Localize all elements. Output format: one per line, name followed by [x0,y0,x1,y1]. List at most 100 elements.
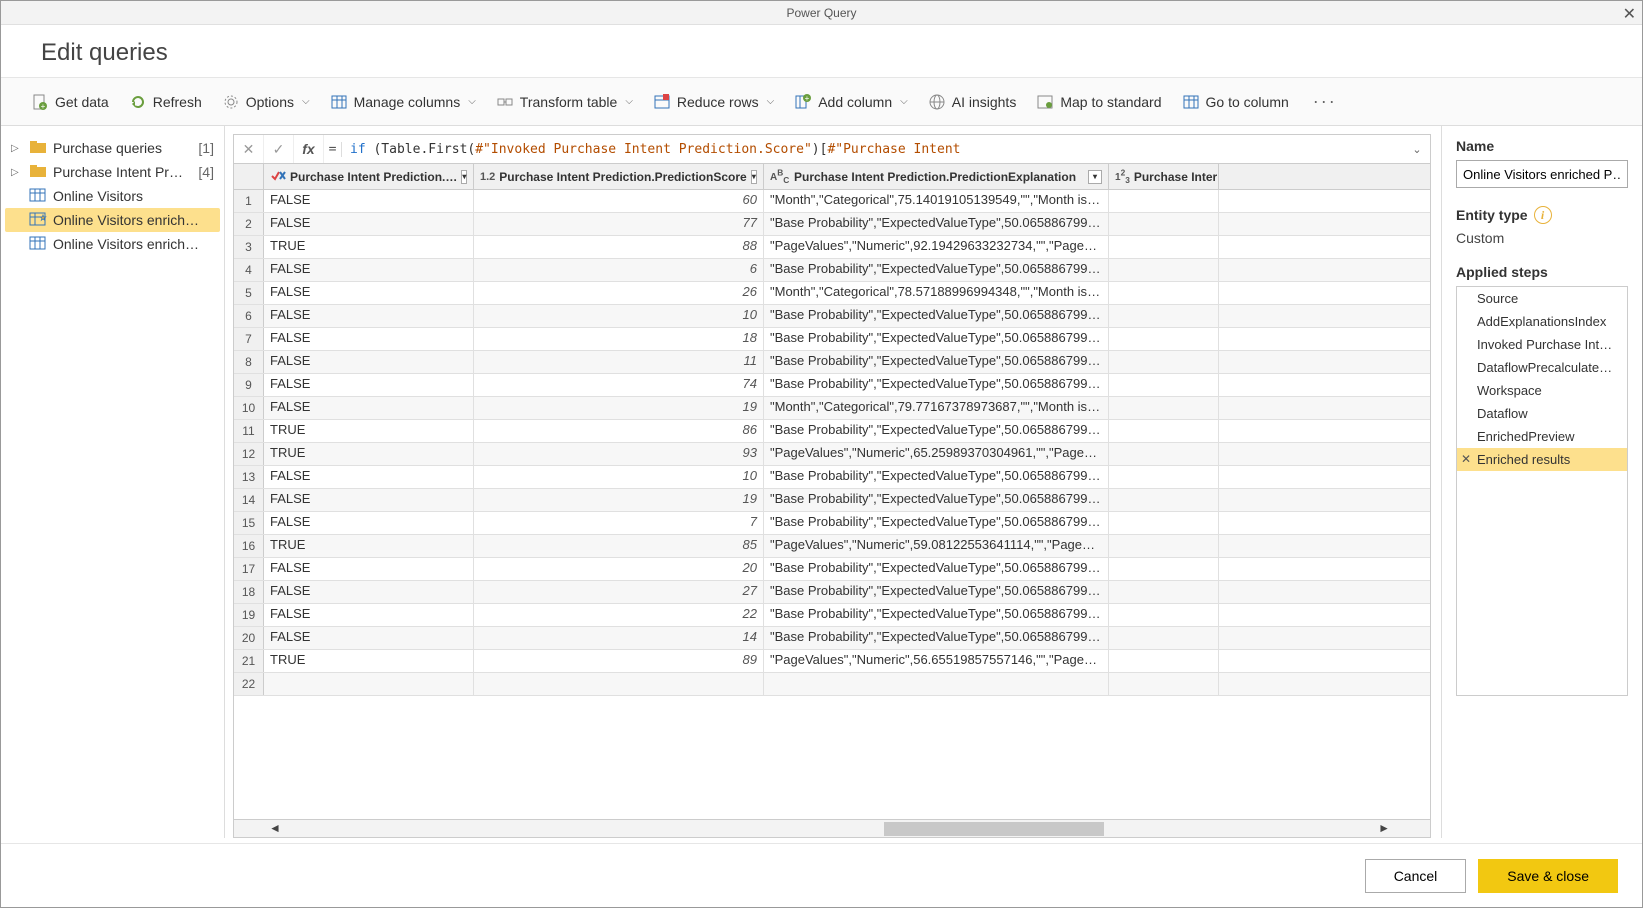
cell-score[interactable]: 74 [474,374,764,396]
expand-icon[interactable]: ▷ [11,143,23,154]
ribbon-options[interactable]: Options⌵ [214,89,318,115]
cell-prediction[interactable]: FALSE [264,466,474,488]
row-number[interactable]: 2 [234,213,264,235]
ribbon-go-column[interactable]: Go to column [1174,89,1297,115]
cell-prediction[interactable]: FALSE [264,627,474,649]
table-row[interactable]: 5FALSE26"Month","Categorical",78.5718899… [234,282,1430,305]
cell-score[interactable]: 19 [474,397,764,419]
cell-explanation[interactable]: "PageValues","Numeric",65.2598937030496​… [764,443,1109,465]
ribbon-add-column[interactable]: +Add column⌵ [786,89,916,115]
cell-prediction[interactable]: FALSE [264,328,474,350]
applied-step[interactable]: ✕EnrichedPreview [1457,425,1627,448]
row-number[interactable]: 3 [234,236,264,258]
formula-cancel-icon[interactable]: ✕ [234,135,264,163]
applied-step[interactable]: ✕Workspace [1457,379,1627,402]
table-row[interactable]: 9FALSE74"Base Probability","ExpectedValu… [234,374,1430,397]
scroll-right-icon[interactable]: ► [1378,821,1390,835]
cell-partial[interactable] [1109,397,1219,419]
ribbon-map-standard[interactable]: Map to standard [1028,89,1169,115]
cell-score[interactable]: 20 [474,558,764,580]
scrollbar-thumb[interactable] [884,822,1104,836]
cell-prediction[interactable]: FALSE [264,282,474,304]
row-number[interactable]: 6 [234,305,264,327]
cell-prediction[interactable]: FALSE [264,213,474,235]
table-row[interactable]: 8FALSE11"Base Probability","ExpectedValu… [234,351,1430,374]
ribbon-manage-columns[interactable]: Manage columns⌵ [322,89,484,115]
table-row[interactable]: 12TRUE93"PageValues","Numeric",65.259893… [234,443,1430,466]
applied-step[interactable]: ✕Dataflow [1457,402,1627,425]
fx-icon[interactable]: fx [294,135,324,163]
cell-score[interactable]: 10 [474,466,764,488]
cell-partial[interactable] [1109,512,1219,534]
cell-prediction[interactable] [264,673,474,695]
cell-score[interactable]: 14 [474,627,764,649]
query-name-input[interactable] [1456,160,1628,188]
cell-explanation[interactable]: "Base Probability","ExpectedValueType",5… [764,627,1109,649]
cell-score[interactable]: 10 [474,305,764,327]
cell-score[interactable]: 19 [474,489,764,511]
cell-prediction[interactable]: FALSE [264,581,474,603]
cell-explanation[interactable]: "Base Probability","ExpectedValueType",5… [764,489,1109,511]
filter-icon[interactable]: ▾ [751,170,757,184]
table-row[interactable]: 14FALSE19"Base Probability","ExpectedVal… [234,489,1430,512]
cell-explanation[interactable]: "Month","Categorical",79.77167378973687,… [764,397,1109,419]
cell-explanation[interactable]: "Month","Categorical",78.5718899699434​8… [764,282,1109,304]
cell-prediction[interactable]: FALSE [264,259,474,281]
query-item[interactable]: Online Visitors enrich… [5,232,220,256]
cell-explanation[interactable]: "Base Probability","ExpectedValueType",5… [764,351,1109,373]
scroll-left-icon[interactable]: ◄ [269,821,281,835]
cell-prediction[interactable]: FALSE [264,512,474,534]
filter-icon[interactable]: ▾ [1088,170,1102,184]
cell-prediction[interactable]: TRUE [264,420,474,442]
cancel-button[interactable]: Cancel [1365,859,1467,893]
cell-score[interactable]: 89 [474,650,764,672]
cell-explanation[interactable]: "Base Probability","ExpectedValueType",5… [764,420,1109,442]
cell-explanation[interactable]: "PageValues","Numeric",59.08122553641114… [764,535,1109,557]
cell-explanation[interactable]: "Base Probability","ExpectedValueType",5… [764,374,1109,396]
row-number[interactable]: 10 [234,397,264,419]
row-number[interactable]: 19 [234,604,264,626]
cell-explanation[interactable]: "Base Probability","ExpectedValueType",5… [764,558,1109,580]
formula-input[interactable]: if (Table.First(#"Invoked Purchase Inten… [342,142,1404,157]
cell-score[interactable]: 88 [474,236,764,258]
query-item[interactable]: Online Visitors [5,184,220,208]
column-header[interactable]: 123Purchase Inter [1109,164,1219,189]
row-number[interactable]: 4 [234,259,264,281]
cell-partial[interactable] [1109,466,1219,488]
cell-score[interactable]: 7 [474,512,764,534]
cell-prediction[interactable]: TRUE [264,236,474,258]
query-item[interactable]: Online Visitors enrich… [5,208,220,232]
cell-explanation[interactable]: "PageValues","Numeric",92.19429633232734… [764,236,1109,258]
applied-step[interactable]: ✕Invoked Purchase Intent … [1457,333,1627,356]
table-row[interactable]: 19FALSE22"Base Probability","ExpectedVal… [234,604,1430,627]
cell-partial[interactable] [1109,374,1219,396]
row-number[interactable]: 15 [234,512,264,534]
applied-step[interactable]: ✕AddExplanationsIndex [1457,310,1627,333]
cell-partial[interactable] [1109,305,1219,327]
cell-prediction[interactable]: FALSE [264,558,474,580]
table-row[interactable]: 22 [234,673,1430,696]
row-number[interactable]: 22 [234,673,264,695]
table-row[interactable]: 10FALSE19"Month","Categorical",79.771673… [234,397,1430,420]
cell-prediction[interactable]: FALSE [264,305,474,327]
cell-partial[interactable] [1109,282,1219,304]
cell-explanation[interactable]: "Base Probability","ExpectedValueType",5… [764,466,1109,488]
cell-partial[interactable] [1109,420,1219,442]
cell-prediction[interactable]: TRUE [264,443,474,465]
cell-score[interactable]: 86 [474,420,764,442]
query-item[interactable]: ▷Purchase queries[1] [5,136,220,160]
formula-confirm-icon[interactable]: ✓ [264,135,294,163]
cell-partial[interactable] [1109,443,1219,465]
table-row[interactable]: 7FALSE18"Base Probability","ExpectedValu… [234,328,1430,351]
row-number[interactable]: 1 [234,190,264,212]
query-item[interactable]: ▷Purchase Intent Pr…[4] [5,160,220,184]
column-header[interactable]: 1.2Purchase Intent Prediction.Prediction… [474,164,764,189]
cell-explanation[interactable]: "Base Probability","ExpectedValueType",5… [764,512,1109,534]
table-row[interactable]: 16TRUE85"PageValues","Numeric",59.081225… [234,535,1430,558]
ribbon-reduce-rows[interactable]: Reduce rows⌵ [645,89,782,115]
cell-score[interactable] [474,673,764,695]
cell-partial[interactable] [1109,673,1219,695]
row-number[interactable]: 20 [234,627,264,649]
cell-partial[interactable] [1109,351,1219,373]
row-number[interactable]: 16 [234,535,264,557]
